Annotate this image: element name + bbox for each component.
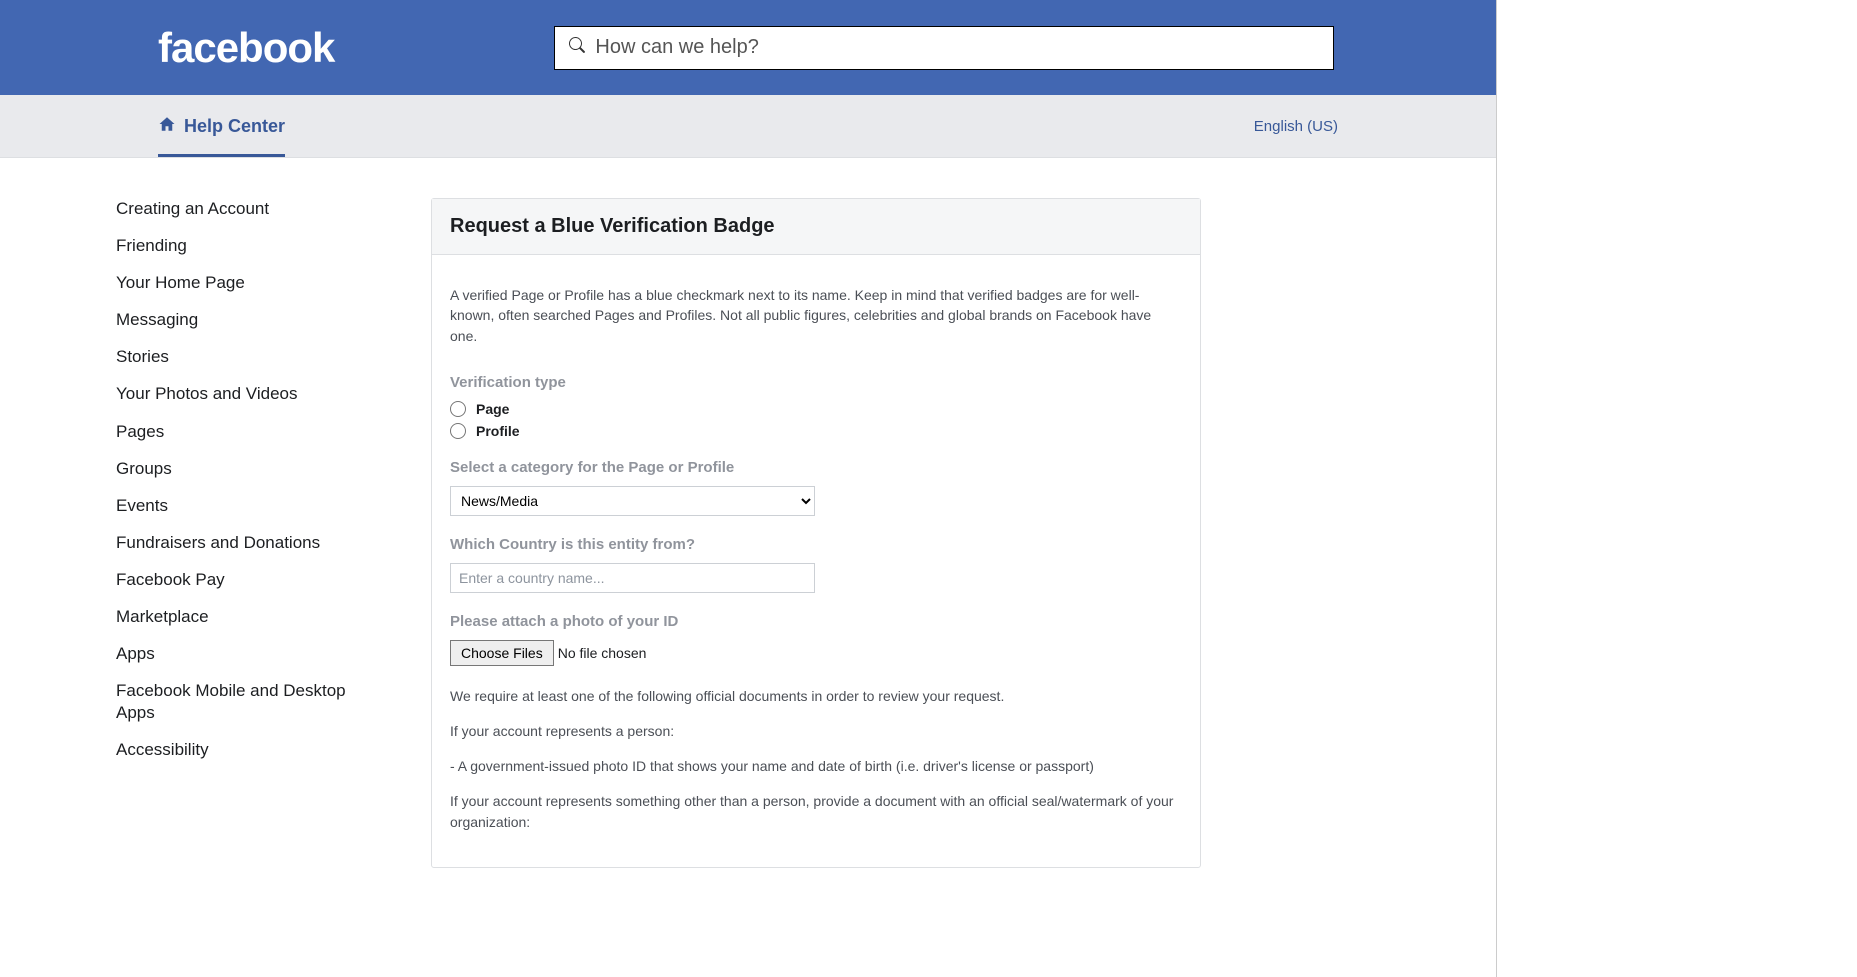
sidebar-item-events[interactable]: Events [116,495,371,517]
sidebar-item-creating-account[interactable]: Creating an Account [116,198,371,220]
category-label: Select a category for the Page or Profil… [450,459,1182,476]
photo-id-label: Please attach a photo of your ID [450,613,1182,630]
category-select[interactable]: News/Media [450,486,815,516]
sidebar-item-groups[interactable]: Groups [116,458,371,480]
search-icon [569,37,585,58]
sidebar-item-accessibility[interactable]: Accessibility [116,739,371,761]
sidebar-item-facebook-pay[interactable]: Facebook Pay [116,569,371,591]
sidebar-item-friending[interactable]: Friending [116,235,371,257]
home-icon [158,115,176,138]
choose-files-button[interactable]: Choose Files [450,640,554,666]
sidebar-item-apps[interactable]: Apps [116,643,371,665]
language-selector[interactable]: English (US) [1254,95,1338,157]
sidebar-item-mobile-desktop[interactable]: Facebook Mobile and Desktop Apps [116,680,371,724]
verification-type-label: Verification type [450,374,1182,391]
sidebar-item-home-page[interactable]: Your Home Page [116,272,371,294]
intro-text: A verified Page or Profile has a blue ch… [450,285,1182,346]
sidebar-item-photos-videos[interactable]: Your Photos and Videos [116,383,371,405]
search-input[interactable] [595,36,1319,59]
help-center-tab[interactable]: Help Center [158,95,285,157]
main-form-card: Request a Blue Verification Badge A veri… [431,198,1201,868]
nav-bar: Help Center English (US) [0,95,1496,158]
search-box[interactable] [554,26,1334,70]
country-input[interactable] [450,563,815,593]
file-status-text: No file chosen [558,645,647,661]
help-center-label: Help Center [184,116,285,137]
sidebar-item-messaging[interactable]: Messaging [116,309,371,331]
person-doc-text: - A government-issued photo ID that show… [450,756,1182,777]
facebook-logo[interactable]: facebook [158,24,334,72]
radio-page[interactable] [450,401,466,417]
if-person-label: If your account represents a person: [450,721,1182,742]
country-label: Which Country is this entity from? [450,536,1182,553]
sidebar-nav: Creating an Account Friending Your Home … [116,198,371,868]
if-other-label: If your account represents something oth… [450,791,1182,833]
sidebar-item-fundraisers[interactable]: Fundraisers and Donations [116,532,371,554]
sidebar-item-marketplace[interactable]: Marketplace [116,606,371,628]
radio-page-label: Page [476,401,509,417]
sidebar-item-pages[interactable]: Pages [116,421,371,443]
radio-profile[interactable] [450,423,466,439]
require-text: We require at least one of the following… [450,686,1182,707]
radio-profile-label: Profile [476,423,520,439]
sidebar-item-stories[interactable]: Stories [116,346,371,368]
top-header: facebook [0,0,1496,95]
card-title: Request a Blue Verification Badge [432,199,1200,255]
